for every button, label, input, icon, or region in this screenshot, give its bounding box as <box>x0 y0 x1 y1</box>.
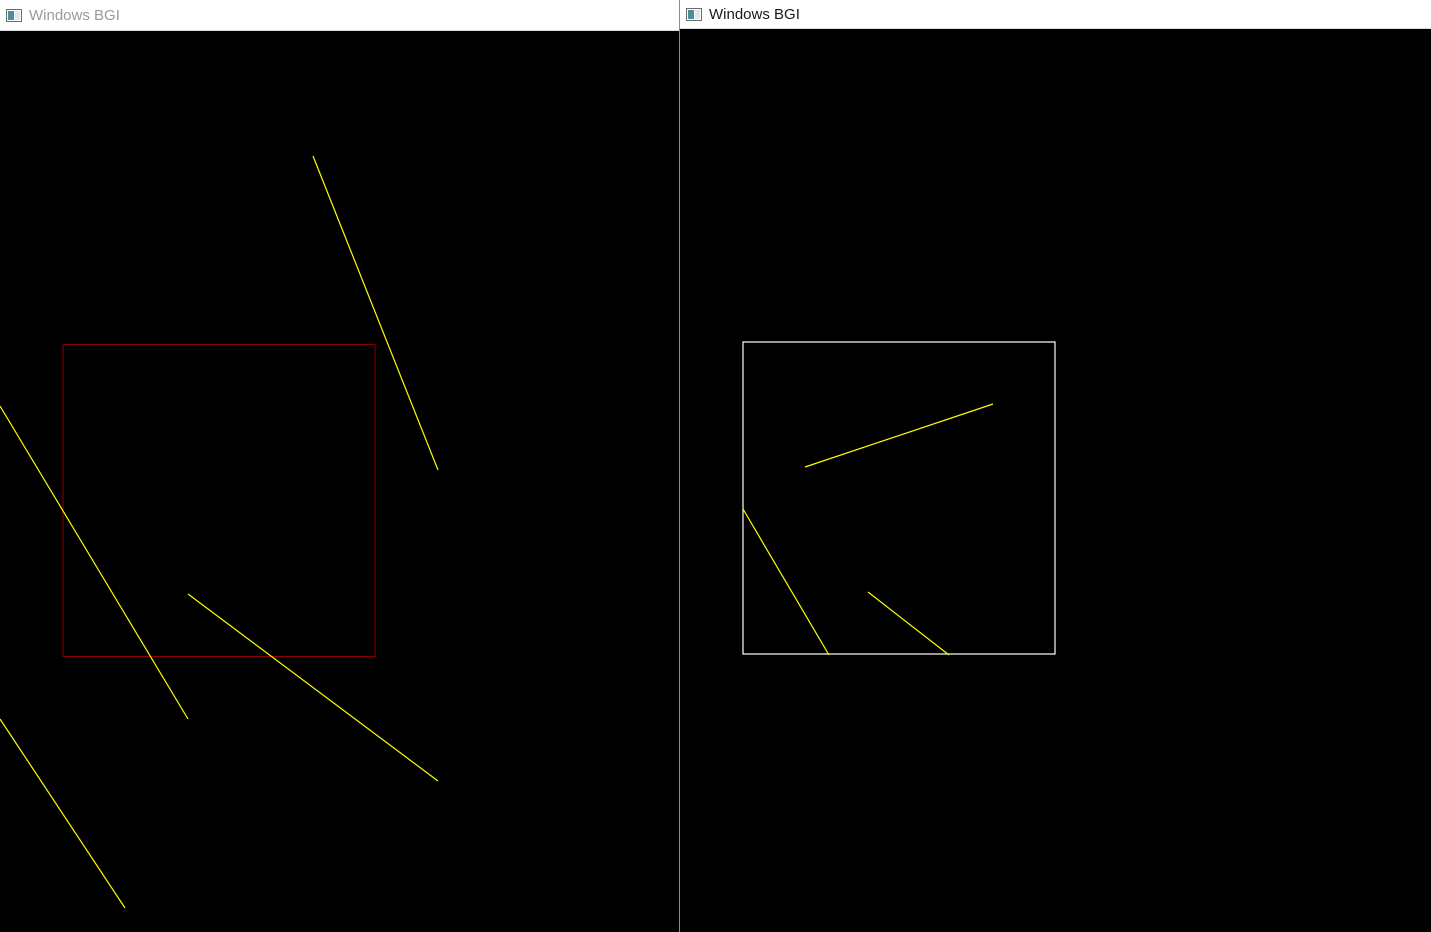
bgi-window-left: Windows BGI <box>0 0 679 932</box>
drawing-surface <box>0 155 439 909</box>
line-segment <box>187 593 439 782</box>
clip-window-rect <box>62 344 376 657</box>
window-title: Windows BGI <box>709 5 800 23</box>
bgi-window-right: Windows BGI <box>680 0 1431 932</box>
graphics-canvas[interactable] <box>680 29 1431 932</box>
bgi-window-icon[interactable] <box>6 8 22 22</box>
line-segment <box>0 718 126 909</box>
window-title: Windows BGI <box>29 6 120 24</box>
graphics-canvas[interactable] <box>0 31 679 932</box>
drawing-surface <box>742 341 1056 656</box>
bgi-window-icon[interactable] <box>686 7 702 21</box>
title-bar[interactable]: Windows BGI <box>680 0 1431 29</box>
line-segment <box>867 591 950 656</box>
line-segment <box>0 405 189 720</box>
clip-window-rect <box>742 341 1056 655</box>
line-segment <box>742 508 830 656</box>
title-bar[interactable]: Windows BGI <box>0 0 679 31</box>
line-segment <box>804 403 994 468</box>
